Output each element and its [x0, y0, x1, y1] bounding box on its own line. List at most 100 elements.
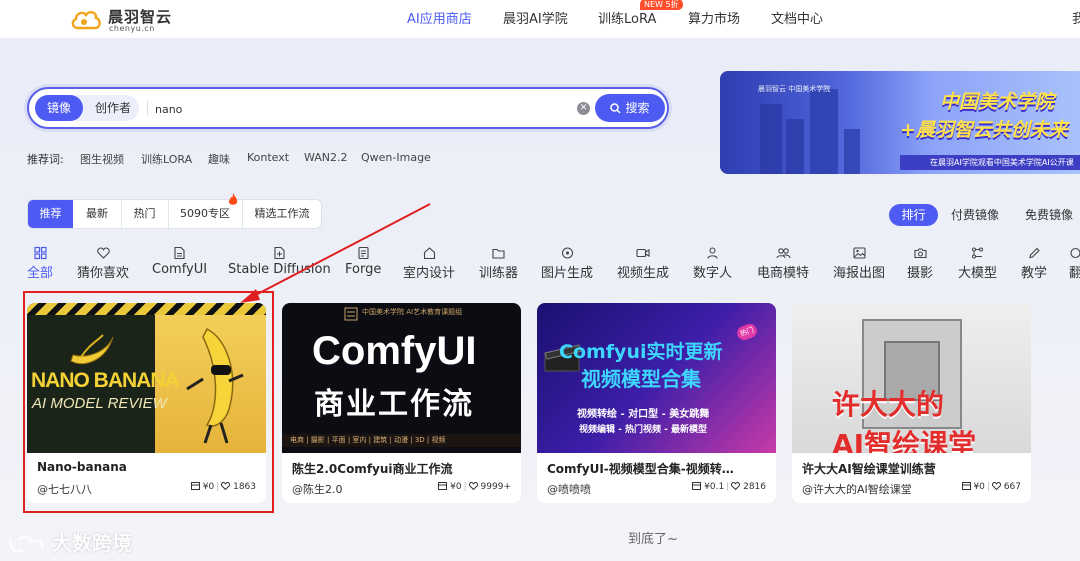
- filter-recommended[interactable]: 推荐: [28, 200, 73, 228]
- category-guess-you-like[interactable]: 猜你喜欢: [77, 244, 129, 281]
- paid-image-tab[interactable]: 付费镜像: [951, 204, 999, 226]
- nav-docs-center[interactable]: 文档中心: [771, 8, 823, 27]
- category-label: 大模型: [958, 266, 998, 281]
- card-likes: 2816: [743, 482, 766, 492]
- app-card[interactable]: Comfyui实时更新 视频模型合集 视频转绘 - 对口型 - 美女跳舞 视频编…: [537, 303, 776, 503]
- clear-icon[interactable]: ✕: [577, 102, 590, 115]
- dial-icon: [561, 247, 573, 259]
- card-price: ¥0: [973, 482, 985, 492]
- search-button-label: 搜索: [625, 101, 650, 115]
- search-button[interactable]: 搜索: [595, 94, 665, 122]
- filter-hot[interactable]: 热门: [121, 200, 169, 228]
- thumbnail-title: Comfyui实时更新: [559, 341, 723, 363]
- price-tag-icon: [438, 482, 448, 490]
- banner-title-line2: +晨羽智云共创未来: [900, 119, 1068, 141]
- card-author[interactable]: @陈生2.0: [292, 481, 343, 497]
- highlight-annotation-box: [23, 291, 274, 513]
- free-image-tab[interactable]: 免费镜像: [1025, 204, 1073, 226]
- recommend-tag[interactable]: 趣味: [208, 151, 230, 167]
- card-thumbnail: Comfyui实时更新 视频模型合集 视频转绘 - 对口型 - 美女跳舞 视频编…: [537, 303, 776, 453]
- recommend-tag[interactable]: Qwen-Image: [361, 151, 431, 164]
- banner-title-line1: 中国美术学院: [940, 91, 1055, 113]
- category-label: Stable Diffusion: [228, 262, 331, 277]
- fire-icon: [228, 193, 238, 205]
- search-tab-creator[interactable]: 创作者: [87, 95, 139, 121]
- category-teaching[interactable]: 教学: [1021, 244, 1047, 281]
- card-likes: 9999+: [480, 482, 511, 492]
- category-label: 海报出图: [833, 266, 886, 281]
- recommend-label: 推荐词:: [27, 153, 64, 166]
- card-thumbnail: 中国美术学院 AI艺术教育课题组 ComfyUI 商业工作流 电商 | 摄影 |…: [282, 303, 521, 453]
- search-input[interactable]: [153, 97, 577, 121]
- top-header: 晨羽智云 chenyu.cn AI应用商店 晨羽AI学院 训练LoRA NEW …: [0, 0, 1080, 39]
- filter-latest[interactable]: 最新: [73, 200, 122, 228]
- card-price: ¥0: [450, 482, 462, 492]
- recommend-tag[interactable]: Kontext: [247, 151, 289, 164]
- app-card[interactable]: 中国美术学院 AI艺术教育课题组 ComfyUI 商业工作流 电商 | 摄影 |…: [282, 303, 521, 503]
- card-meta: ¥0 | 9999+: [438, 481, 511, 492]
- grid-icon: [33, 246, 47, 260]
- banner-logos: 晨羽智云 中国美术学院: [758, 85, 831, 93]
- category-all[interactable]: 全部: [27, 244, 53, 281]
- nav-ai-academy[interactable]: 晨羽AI学院: [503, 8, 568, 27]
- watermark-logo-icon: [8, 535, 44, 553]
- price-tag-icon: [692, 482, 702, 490]
- category-label: 数字人: [693, 266, 733, 281]
- folder-icon: [492, 248, 505, 259]
- category-video-generation[interactable]: 视频生成: [617, 244, 669, 281]
- category-interior-design[interactable]: 室内设计: [403, 244, 455, 281]
- category-ecommerce-model[interactable]: 电商模特: [757, 244, 809, 281]
- category-label: ComfyUI: [152, 262, 208, 277]
- more-icon: [1070, 247, 1080, 259]
- recommend-tag[interactable]: 图生视频: [80, 151, 124, 167]
- thumbnail-header: 中国美术学院 AI艺术教育课题组: [362, 308, 463, 316]
- watermark-text: 大数跨境: [52, 531, 132, 555]
- category-label: 训练器: [479, 266, 519, 281]
- ranking-tab[interactable]: 排行: [889, 204, 938, 226]
- thumbnail-tag-bar: 电商 | 摄影 | 平面 | 室内 | 建筑 | 动漫 | 3D | 视频: [282, 434, 521, 447]
- search-tab-image[interactable]: 镜像: [35, 95, 83, 121]
- card-author[interactable]: @许大大的AI智绘课堂: [802, 481, 912, 497]
- filter-featured-workflow[interactable]: 精选工作流: [242, 200, 322, 228]
- thumbnail-feature-line: 视频转绘 - 对口型 - 美女跳舞: [577, 409, 710, 420]
- category-large-model[interactable]: 大模型: [958, 244, 997, 281]
- category-stable-diffusion[interactable]: Stable Diffusion: [228, 244, 331, 277]
- card-meta: ¥0.1 | 2816: [692, 481, 766, 492]
- recommend-tag[interactable]: 训练LORA: [141, 151, 192, 167]
- nav-train-lora[interactable]: 训练LoRA: [598, 8, 656, 27]
- category-comfyui[interactable]: ComfyUI: [152, 244, 207, 277]
- heart-icon: [96, 247, 110, 259]
- recommend-tag[interactable]: WAN2.2: [304, 151, 348, 164]
- category-trainer[interactable]: 训练器: [479, 244, 518, 281]
- end-of-list-text: 到底了~: [628, 532, 678, 547]
- category-more[interactable]: 翻: [1069, 244, 1080, 281]
- category-poster[interactable]: 海报出图: [833, 244, 885, 281]
- category-photography[interactable]: 摄影: [907, 244, 933, 281]
- document-plus-icon: [274, 246, 285, 260]
- promo-banner[interactable]: 晨羽智云 中国美术学院 中国美术学院 +晨羽智云共创未来 在晨羽AI学院观看中国…: [720, 71, 1080, 174]
- card-title: ComfyUI-视频模型合集-视频转…: [547, 462, 734, 476]
- nav-compute-market[interactable]: 算力市场: [688, 8, 740, 27]
- brand-logo[interactable]: 晨羽智云 chenyu.cn: [70, 4, 180, 34]
- category-digital-human[interactable]: 数字人: [693, 244, 732, 281]
- filter-tabs: 推荐 最新 热门 5090专区 精选工作流: [27, 193, 322, 229]
- header-user-menu[interactable]: 我: [1072, 8, 1080, 27]
- logo-domain: chenyu.cn: [109, 24, 155, 33]
- category-forge[interactable]: Forge: [345, 244, 381, 277]
- thumbnail-title: 许大大的 AI智绘课堂: [832, 388, 977, 453]
- category-label: Forge: [345, 262, 382, 277]
- model-icon: [972, 247, 983, 259]
- list-document-icon: [358, 246, 369, 260]
- banner-subtitle: 在晨羽AI学院观看中国美术学院AI公开课: [900, 155, 1080, 170]
- price-tag-icon: [961, 482, 971, 490]
- heart-icon: [991, 481, 1001, 491]
- card-price: ¥0.1: [704, 482, 725, 492]
- pen-icon: [1028, 247, 1040, 259]
- app-card[interactable]: 许大大的 AI智绘课堂 许大大AI智绘课堂训练营 @许大大的AI智绘课堂 ¥0 | …: [792, 303, 1031, 503]
- category-image-generation[interactable]: 图片生成: [541, 244, 593, 281]
- card-thumbnail: 许大大的 AI智绘课堂: [792, 303, 1031, 453]
- document-icon: [174, 246, 185, 260]
- nav-ai-app-store[interactable]: AI应用商店: [407, 8, 472, 27]
- academy-emblem-icon: [344, 307, 358, 321]
- card-author[interactable]: @喷喷喷: [547, 481, 591, 497]
